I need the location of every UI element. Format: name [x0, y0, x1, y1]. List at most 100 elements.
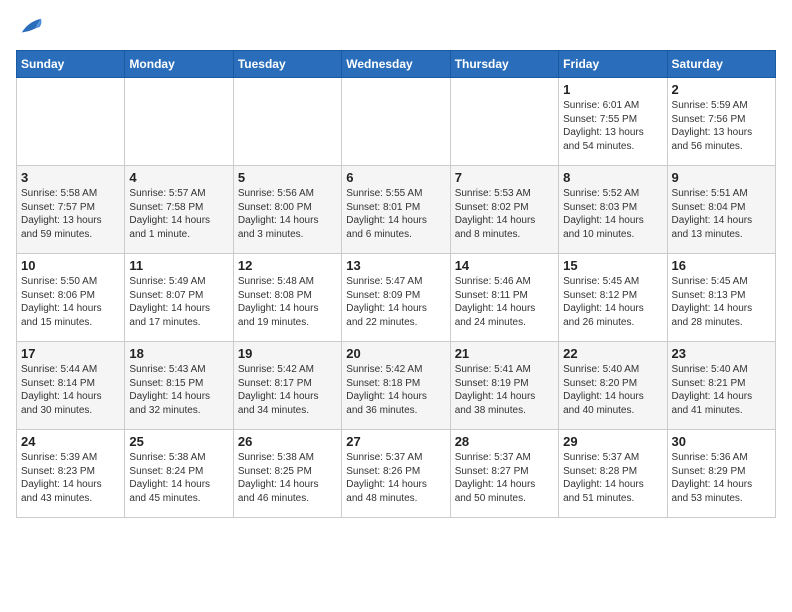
calendar-day-cell: 10 Sunrise: 5:50 AM Sunset: 8:06 PM Dayli…: [17, 254, 125, 342]
day-number: 21: [455, 346, 554, 361]
day-number: 13: [346, 258, 445, 273]
day-info: Sunrise: 6:01 AM Sunset: 7:55 PM Dayligh…: [563, 99, 662, 153]
day-number: 7: [455, 170, 554, 185]
day-info: Sunrise: 5:41 AM Sunset: 8:19 PM Dayligh…: [455, 363, 554, 417]
day-info: Sunrise: 5:53 AM Sunset: 8:02 PM Dayligh…: [455, 187, 554, 241]
calendar-day-cell: [233, 78, 341, 166]
day-number: 8: [563, 170, 662, 185]
logo-bird-icon: [16, 16, 44, 38]
weekday-header-cell: Saturday: [667, 51, 775, 78]
calendar-day-cell: 7 Sunrise: 5:53 AM Sunset: 8:02 PM Daylig…: [450, 166, 558, 254]
calendar-day-cell: [450, 78, 558, 166]
day-info: Sunrise: 5:37 AM Sunset: 8:26 PM Dayligh…: [346, 451, 445, 505]
day-number: 19: [238, 346, 337, 361]
day-info: Sunrise: 5:58 AM Sunset: 7:57 PM Dayligh…: [21, 187, 120, 241]
day-number: 12: [238, 258, 337, 273]
day-number: 17: [21, 346, 120, 361]
day-number: 9: [672, 170, 771, 185]
calendar-day-cell: 17 Sunrise: 5:44 AM Sunset: 8:14 PM Dayli…: [17, 342, 125, 430]
day-number: 30: [672, 434, 771, 449]
calendar-day-cell: 26 Sunrise: 5:38 AM Sunset: 8:25 PM Dayli…: [233, 430, 341, 518]
calendar-day-cell: 25Sunrise: 5:38 AM Sunset: 8:24 PM Dayli…: [125, 430, 233, 518]
calendar-day-cell: 24 Sunrise: 5:39 AM Sunset: 8:23 PM Dayli…: [17, 430, 125, 518]
calendar-day-cell: 23 Sunrise: 5:40 AM Sunset: 8:21 PM Dayli…: [667, 342, 775, 430]
day-number: 26: [238, 434, 337, 449]
calendar-day-cell: 30 Sunrise: 5:36 AM Sunset: 8:29 PM Dayli…: [667, 430, 775, 518]
calendar-day-cell: 1 Sunrise: 6:01 AM Sunset: 7:55 PM Daylig…: [559, 78, 667, 166]
day-number: 28: [455, 434, 554, 449]
day-info: Sunrise: 5:46 AM Sunset: 8:11 PM Dayligh…: [455, 275, 554, 329]
calendar-day-cell: [17, 78, 125, 166]
day-info: Sunrise: 5:57 AM Sunset: 7:58 PM Dayligh…: [129, 187, 228, 241]
calendar-week-row: 17 Sunrise: 5:44 AM Sunset: 8:14 PM Dayli…: [17, 342, 776, 430]
calendar-day-cell: 6Sunrise: 5:55 AM Sunset: 8:01 PM Daylig…: [342, 166, 450, 254]
calendar-day-cell: 9 Sunrise: 5:51 AM Sunset: 8:04 PM Daylig…: [667, 166, 775, 254]
day-info: Sunrise: 5:52 AM Sunset: 8:03 PM Dayligh…: [563, 187, 662, 241]
calendar-body: 1 Sunrise: 6:01 AM Sunset: 7:55 PM Daylig…: [17, 78, 776, 518]
day-number: 18: [129, 346, 228, 361]
calendar-day-cell: 16 Sunrise: 5:45 AM Sunset: 8:13 PM Dayli…: [667, 254, 775, 342]
calendar-day-cell: 28Sunrise: 5:37 AM Sunset: 8:27 PM Dayli…: [450, 430, 558, 518]
day-info: Sunrise: 5:42 AM Sunset: 8:17 PM Dayligh…: [238, 363, 337, 417]
weekday-header-cell: Friday: [559, 51, 667, 78]
day-info: Sunrise: 5:45 AM Sunset: 8:12 PM Dayligh…: [563, 275, 662, 329]
day-info: Sunrise: 5:40 AM Sunset: 8:20 PM Dayligh…: [563, 363, 662, 417]
day-number: 4: [129, 170, 228, 185]
day-info: Sunrise: 5:36 AM Sunset: 8:29 PM Dayligh…: [672, 451, 771, 505]
day-info: Sunrise: 5:47 AM Sunset: 8:09 PM Dayligh…: [346, 275, 445, 329]
day-number: 2: [672, 82, 771, 97]
calendar-day-cell: 27Sunrise: 5:37 AM Sunset: 8:26 PM Dayli…: [342, 430, 450, 518]
day-number: 24: [21, 434, 120, 449]
weekday-header-cell: Monday: [125, 51, 233, 78]
day-number: 20: [346, 346, 445, 361]
calendar-day-cell: [125, 78, 233, 166]
day-info: Sunrise: 5:50 AM Sunset: 8:06 PM Dayligh…: [21, 275, 120, 329]
day-number: 23: [672, 346, 771, 361]
calendar-week-row: 3 Sunrise: 5:58 AM Sunset: 7:57 PM Daylig…: [17, 166, 776, 254]
day-info: Sunrise: 5:38 AM Sunset: 8:25 PM Dayligh…: [238, 451, 337, 505]
calendar-day-cell: 21 Sunrise: 5:41 AM Sunset: 8:19 PM Dayli…: [450, 342, 558, 430]
calendar-day-cell: 13 Sunrise: 5:47 AM Sunset: 8:09 PM Dayli…: [342, 254, 450, 342]
calendar-day-cell: 14 Sunrise: 5:46 AM Sunset: 8:11 PM Dayli…: [450, 254, 558, 342]
calendar-day-cell: 11 Sunrise: 5:49 AM Sunset: 8:07 PM Dayli…: [125, 254, 233, 342]
day-info: Sunrise: 5:43 AM Sunset: 8:15 PM Dayligh…: [129, 363, 228, 417]
day-info: Sunrise: 5:38 AM Sunset: 8:24 PM Dayligh…: [129, 451, 228, 505]
weekday-header-cell: Sunday: [17, 51, 125, 78]
day-info: Sunrise: 5:55 AM Sunset: 8:01 PM Dayligh…: [346, 187, 445, 241]
day-number: 10: [21, 258, 120, 273]
page-header: [16, 16, 776, 38]
day-info: Sunrise: 5:48 AM Sunset: 8:08 PM Dayligh…: [238, 275, 337, 329]
calendar-day-cell: 19 Sunrise: 5:42 AM Sunset: 8:17 PM Dayli…: [233, 342, 341, 430]
calendar-day-cell: 15 Sunrise: 5:45 AM Sunset: 8:12 PM Dayli…: [559, 254, 667, 342]
day-info: Sunrise: 5:39 AM Sunset: 8:23 PM Dayligh…: [21, 451, 120, 505]
weekday-header-cell: Tuesday: [233, 51, 341, 78]
day-number: 3: [21, 170, 120, 185]
day-info: Sunrise: 5:45 AM Sunset: 8:13 PM Dayligh…: [672, 275, 771, 329]
calendar-day-cell: 3 Sunrise: 5:58 AM Sunset: 7:57 PM Daylig…: [17, 166, 125, 254]
calendar-day-cell: 18 Sunrise: 5:43 AM Sunset: 8:15 PM Dayli…: [125, 342, 233, 430]
calendar-day-cell: 4 Sunrise: 5:57 AM Sunset: 7:58 PM Daylig…: [125, 166, 233, 254]
day-info: Sunrise: 5:49 AM Sunset: 8:07 PM Dayligh…: [129, 275, 228, 329]
day-number: 14: [455, 258, 554, 273]
weekday-header-row: SundayMondayTuesdayWednesdayThursdayFrid…: [17, 51, 776, 78]
day-number: 16: [672, 258, 771, 273]
calendar-day-cell: 5Sunrise: 5:56 AM Sunset: 8:00 PM Daylig…: [233, 166, 341, 254]
day-number: 29: [563, 434, 662, 449]
calendar-week-row: 24 Sunrise: 5:39 AM Sunset: 8:23 PM Dayli…: [17, 430, 776, 518]
calendar-week-row: 1 Sunrise: 6:01 AM Sunset: 7:55 PM Daylig…: [17, 78, 776, 166]
day-info: Sunrise: 5:51 AM Sunset: 8:04 PM Dayligh…: [672, 187, 771, 241]
calendar-day-cell: 2Sunrise: 5:59 AM Sunset: 7:56 PM Daylig…: [667, 78, 775, 166]
weekday-header-cell: Wednesday: [342, 51, 450, 78]
day-number: 11: [129, 258, 228, 273]
day-info: Sunrise: 5:44 AM Sunset: 8:14 PM Dayligh…: [21, 363, 120, 417]
day-number: 15: [563, 258, 662, 273]
calendar-day-cell: 22Sunrise: 5:40 AM Sunset: 8:20 PM Dayli…: [559, 342, 667, 430]
logo: [16, 16, 48, 38]
weekday-header-cell: Thursday: [450, 51, 558, 78]
day-info: Sunrise: 5:40 AM Sunset: 8:21 PM Dayligh…: [672, 363, 771, 417]
calendar-day-cell: 8 Sunrise: 5:52 AM Sunset: 8:03 PM Daylig…: [559, 166, 667, 254]
calendar-day-cell: 20Sunrise: 5:42 AM Sunset: 8:18 PM Dayli…: [342, 342, 450, 430]
day-info: Sunrise: 5:37 AM Sunset: 8:28 PM Dayligh…: [563, 451, 662, 505]
calendar-day-cell: 12 Sunrise: 5:48 AM Sunset: 8:08 PM Dayli…: [233, 254, 341, 342]
day-number: 1: [563, 82, 662, 97]
